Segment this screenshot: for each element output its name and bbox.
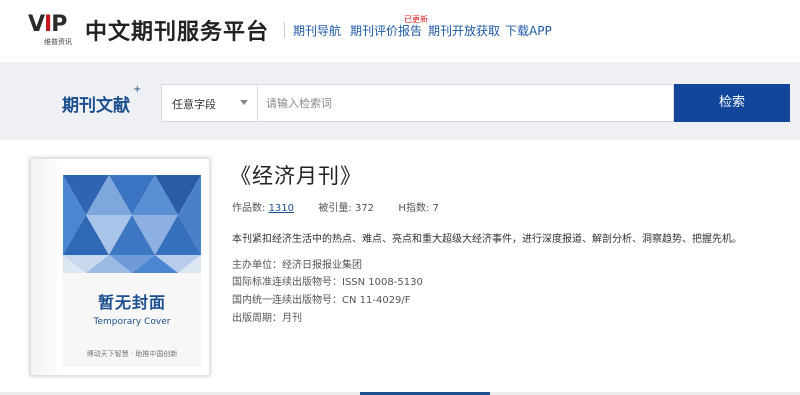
updated-badge: 已更新	[404, 15, 428, 24]
site-title[interactable]: 中文期刊服务平台	[85, 14, 269, 46]
cover-subtitle: Temporary Cover	[93, 317, 171, 327]
chevron-down-icon	[240, 100, 248, 105]
cover-pattern-graphic	[63, 175, 201, 273]
journal-sponsor: 主办单位：经济日报报业集团	[232, 260, 362, 271]
header-divider	[284, 22, 285, 38]
cover-face: 暂无封面 Temporary Cover 博动天下智慧 · 助推中国创新	[63, 175, 201, 367]
journal-stats: 作品数: 1310 被引量: 372 H指数: 7	[232, 199, 439, 214]
logo-mark: VIP	[28, 12, 67, 37]
vip-logo[interactable]: VIP 维普资讯	[28, 12, 80, 46]
top-header: VIP 维普资讯 中文期刊服务平台 期刊导航 期刊评价报告 已更新 期刊开放获取…	[0, 0, 800, 62]
search-field-value: 任意字段	[172, 98, 216, 111]
cited-label: 被引量:	[318, 203, 352, 214]
h-index-label: H指数:	[398, 203, 430, 214]
cover-spine	[31, 159, 57, 375]
search-section-mark: +	[133, 84, 142, 95]
journal-issn: 国际标准连续出版物号：ISSN 1008-5130	[232, 277, 423, 288]
nav-journal-open-access[interactable]: 期刊开放获取	[428, 22, 500, 39]
journal-description: 本刊紧扣经济生活中的热点、难点、亮点和重大超级大经济事件，进行深度报道、解剖分析…	[232, 234, 742, 245]
cover-slogan: 博动天下智慧 · 助推中国创新	[86, 350, 178, 358]
cover-title: 暂无封面	[97, 293, 166, 312]
journal-publication-cycle: 出版周期：月刊	[232, 313, 302, 324]
search-button[interactable]: 检索	[674, 84, 790, 122]
logo-subtext: 维普资讯	[44, 38, 72, 46]
nav-download-app[interactable]: 下载APP	[505, 22, 552, 39]
works-count-link[interactable]: 1310	[269, 203, 294, 214]
cited-value: 372	[354, 203, 375, 214]
search-field-select[interactable]: 任意字段	[162, 85, 258, 121]
nav-journal-navigation[interactable]: 期刊导航	[293, 22, 341, 39]
journal-cover: 暂无封面 Temporary Cover 博动天下智慧 · 助推中国创新	[30, 158, 210, 376]
h-index-value: 7	[432, 203, 439, 214]
search-input[interactable]	[266, 85, 666, 121]
search-section-title: 期刊文献	[62, 96, 130, 116]
search-box: 任意字段	[161, 84, 674, 122]
journal-title: 《经济月刊》	[230, 164, 362, 188]
journal-cn: 国内统一连续出版物号：CN 11-4029/F	[232, 295, 411, 306]
works-label: 作品数:	[232, 203, 266, 214]
